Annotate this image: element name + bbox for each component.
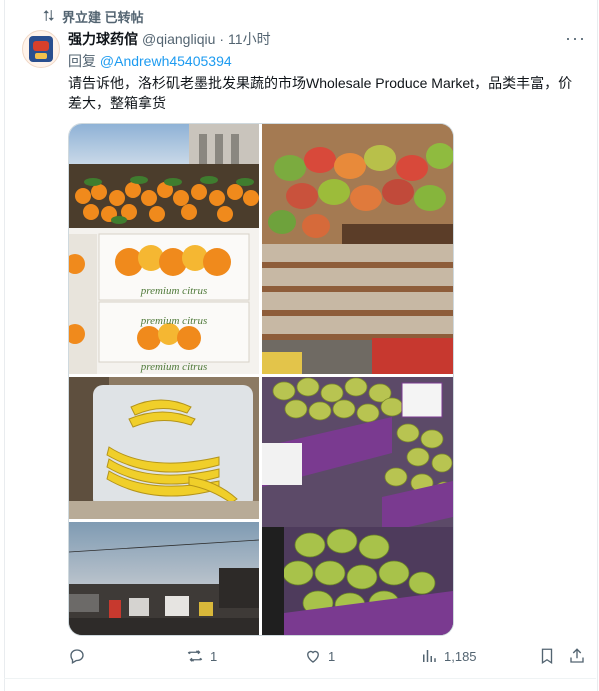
heart-icon <box>307 650 319 663</box>
photo-citrus-boxes[interactable]: premium citrus premium citrus premium ci… <box>69 124 259 374</box>
bananas-image <box>69 377 259 519</box>
photo-market-street[interactable] <box>69 522 259 635</box>
photo-purple-crates[interactable] <box>262 377 453 635</box>
separator-dot: · <box>219 31 225 47</box>
avatar[interactable] <box>22 30 60 68</box>
bookmark-icon <box>541 648 553 665</box>
retweet-icon: ⮁ <box>42 7 55 25</box>
market-street-image <box>69 522 259 635</box>
reply-mention-link[interactable]: @Andrewh45405394 <box>100 53 232 69</box>
like-button[interactable]: 1 <box>304 647 335 665</box>
tweet-header: 强力球药倌 @qiangliqiu · 11小时 <box>68 29 271 49</box>
more-options-icon[interactable]: ··· <box>565 28 586 49</box>
share-icon <box>570 648 584 663</box>
crate-label-1: premium citrus <box>140 285 208 297</box>
like-count: 1 <box>328 648 336 664</box>
purple-crates-image <box>262 377 453 635</box>
photo-bananas[interactable] <box>69 377 259 519</box>
media-grid: premium citrus premium citrus premium ci… <box>68 123 454 636</box>
mango-crates-image <box>262 124 453 374</box>
reply-button[interactable] <box>68 647 92 665</box>
crate-label-3: premium citrus <box>140 361 208 373</box>
citrus-boxes-image: premium citrus premium citrus premium ci… <box>69 124 259 374</box>
retweet-icon <box>187 650 203 662</box>
views-button[interactable]: 1,185 <box>420 647 477 665</box>
bookmark-button[interactable] <box>538 647 556 665</box>
author-name[interactable]: 强力球药倌 <box>68 29 138 49</box>
reply-prefix: 回复 <box>68 53 96 69</box>
tweet-divider <box>4 678 596 679</box>
reply-context: 回复 @Andrewh45405394 <box>68 51 232 71</box>
photo-mango-crates[interactable] <box>262 124 453 374</box>
views-icon <box>423 650 436 662</box>
tweet-timestamp[interactable]: 11小时 <box>228 29 271 49</box>
tweet-actions: 1 1 1,185 <box>68 647 588 669</box>
author-handle[interactable]: @qiangliqiu <box>142 31 215 47</box>
retweet-count: 1 <box>210 648 218 664</box>
reply-icon <box>70 649 84 664</box>
share-button[interactable] <box>568 647 586 665</box>
retweet-button[interactable]: 1 <box>186 647 217 665</box>
retweet-context[interactable]: ⮁ 界立建 已转帖 <box>42 6 144 26</box>
crate-label-2: premium citrus <box>140 315 208 327</box>
tweet-text: 请告诉他，洛杉矶老墨批发果蔬的市场Wholesale Produce Marke… <box>68 75 573 111</box>
retweet-label: 界立建 已转帖 <box>62 9 144 25</box>
view-count: 1,185 <box>444 648 477 664</box>
